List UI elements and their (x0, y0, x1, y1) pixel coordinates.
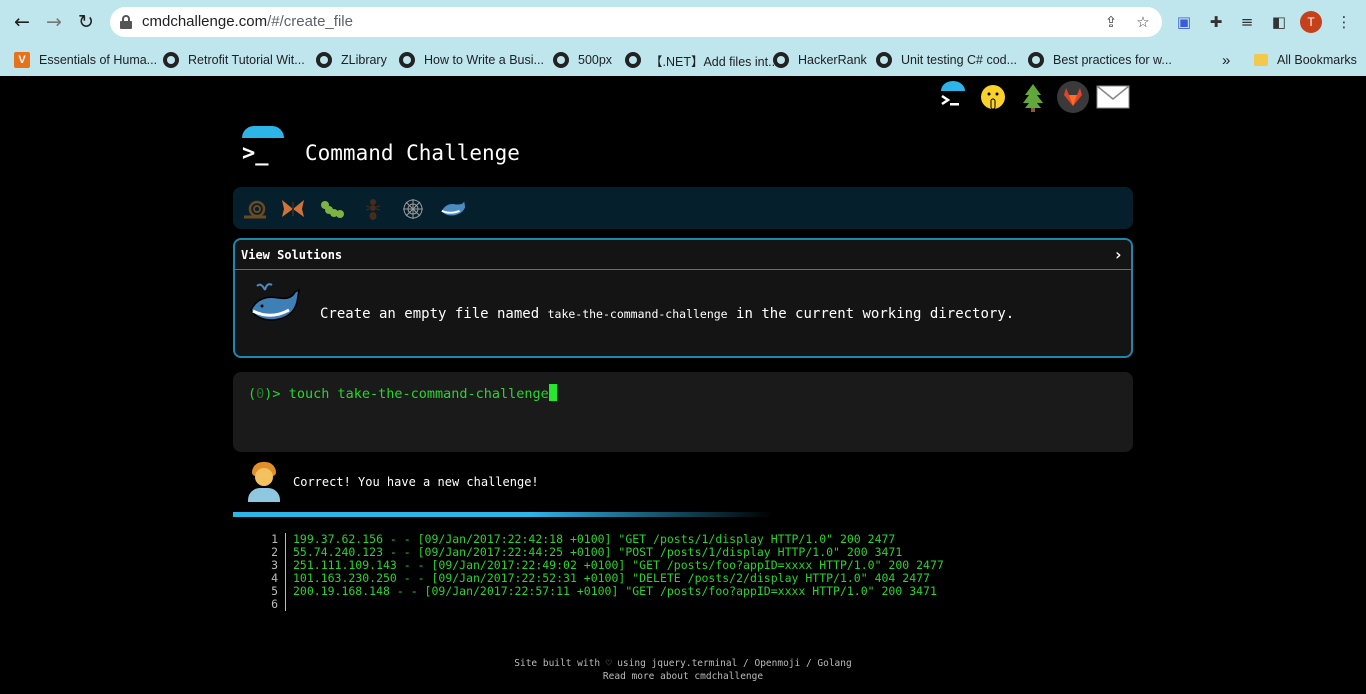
person-icon (244, 460, 284, 504)
bookmark-item[interactable]: Best practices for w... (1028, 50, 1172, 70)
challenge-filename: take-the-command-challenge (547, 307, 728, 321)
extensions-icon[interactable]: ✚ (1206, 12, 1226, 32)
screencast-icon[interactable]: ▣ (1174, 12, 1194, 32)
globe-icon (1028, 52, 1044, 68)
bookmark-item[interactable]: ZLibrary (316, 50, 387, 70)
whale-icon (247, 280, 303, 330)
bookmark-item[interactable]: HackerRank (773, 50, 867, 70)
star-icon[interactable]: ☆ (1133, 12, 1153, 32)
globe-icon (553, 52, 569, 68)
view-solutions-toggle[interactable]: View Solutions › (235, 240, 1131, 270)
ant-icon[interactable] (359, 195, 387, 223)
share-icon[interactable]: ⇪ (1101, 12, 1121, 32)
challenge-text: Create an empty file named take-the-comm… (320, 306, 1015, 322)
bookmarks-bar: V Essentials of Huma... Retrofit Tutorial… (0, 44, 1366, 76)
footer-read-more-link[interactable]: Read more about cmdchallenge (0, 670, 1366, 683)
tree-icon[interactable] (1016, 80, 1050, 114)
footer-credits[interactable]: Site built with ♡ using jquery.terminal … (0, 657, 1366, 670)
media-icon[interactable]: ≡ (1237, 12, 1257, 32)
chevron-right-icon[interactable]: › (1113, 245, 1123, 264)
cmdchallenge-icon[interactable] (936, 80, 970, 114)
avatar[interactable]: T (1300, 11, 1322, 33)
result-message: Correct! You have a new challenge! (244, 460, 1144, 506)
log-line: 5 200.19.168.148 - - [09/Jan/2017:22:57:1… (271, 584, 937, 598)
bookmark-item[interactable]: 500px (553, 50, 612, 70)
terminal-command[interactable]: touch take-the-command-challenge (289, 386, 549, 402)
shushing-face-icon[interactable] (976, 80, 1010, 114)
site-logo[interactable]: >_ (242, 126, 286, 170)
bookmark-item[interactable]: How to Write a Busi... (399, 50, 544, 70)
all-bookmarks-button[interactable]: All Bookmarks (1254, 50, 1357, 70)
globe-icon (773, 52, 789, 68)
envelope-icon[interactable] (1096, 80, 1130, 114)
address-bar[interactable]: cmdchallenge.com/#/create_file ⇪ ☆ (110, 7, 1162, 37)
url-text[interactable]: cmdchallenge.com/#/create_file (142, 13, 353, 30)
back-icon[interactable]: ← (10, 10, 34, 34)
bookmark-item[interactable]: Retrofit Tutorial Wit... (163, 50, 305, 70)
globe-icon (876, 52, 892, 68)
lock-icon (120, 15, 132, 29)
bookmarks-overflow-button[interactable]: » (1222, 50, 1230, 70)
footer: Site built with ♡ using jquery.terminal … (0, 657, 1366, 683)
spider-web-icon[interactable] (399, 195, 427, 223)
terminal[interactable]: (0)> touch take-the-command-challenge (233, 372, 1133, 452)
butterfly-icon[interactable] (279, 195, 307, 223)
bookmark-item[interactable]: V Essentials of Huma... (14, 50, 157, 70)
log-listing: 1 199.37.62.156 - - [09/Jan/2017:22:42:18… (260, 533, 1020, 611)
reload-icon[interactable]: ↻ (74, 10, 98, 34)
v-logo-icon: V (14, 52, 30, 68)
browser-toolbar: ← → ↻ cmdchallenge.com/#/create_file ⇪ ☆… (0, 0, 1366, 44)
view-solutions-label: View Solutions (241, 248, 343, 262)
level-bar (233, 187, 1133, 229)
terminal-cursor (548, 384, 557, 401)
terminal-input-line[interactable]: (0)> touch take-the-command-challenge (248, 384, 557, 402)
caterpillar-icon[interactable] (319, 195, 347, 223)
menu-icon[interactable]: ⋮ (1334, 12, 1354, 32)
globe-icon (163, 52, 179, 68)
challenge-panel: View Solutions › Create an empty file na… (233, 238, 1133, 358)
folder-icon (1254, 54, 1268, 66)
bookmark-item[interactable]: 【.NET】Add files int... (625, 50, 779, 70)
page-title: Command Challenge (305, 141, 520, 165)
bookmark-item[interactable]: Unit testing C# cod... (876, 50, 1017, 70)
side-panel-icon[interactable]: ◧ (1269, 12, 1289, 32)
browser-chrome: ← → ↻ cmdchallenge.com/#/create_file ⇪ ☆… (0, 0, 1366, 76)
forward-icon[interactable]: → (42, 10, 66, 34)
result-text: Correct! You have a new challenge! (293, 475, 539, 489)
globe-icon (399, 52, 415, 68)
progress-bar (233, 512, 773, 517)
globe-icon (625, 52, 641, 68)
gitlab-icon[interactable] (1056, 80, 1090, 114)
globe-icon (316, 52, 332, 68)
whale-icon[interactable] (439, 195, 467, 223)
snail-icon[interactable] (241, 195, 269, 223)
log-line: 6 (271, 597, 278, 611)
